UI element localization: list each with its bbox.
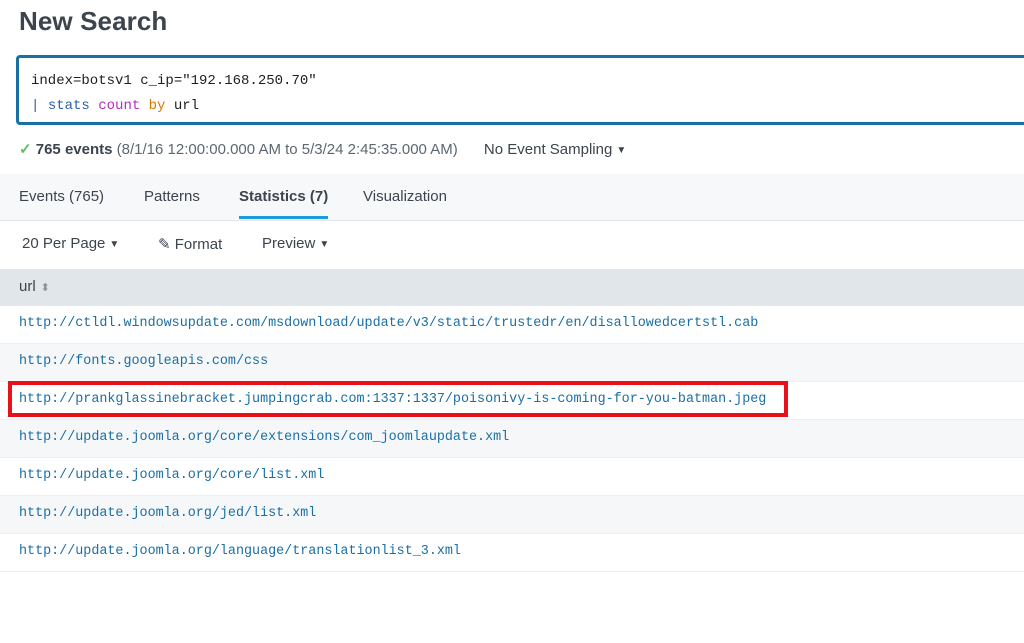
- check-icon: ✓: [19, 141, 32, 158]
- results-toolbar: 20 Per Page ▼ ✎ Format Preview ▼: [0, 221, 1024, 269]
- url-link[interactable]: http://update.joomla.org/core/list.xml: [19, 468, 324, 483]
- per-page-dropdown[interactable]: 20 Per Page ▼: [22, 235, 119, 252]
- search-status: ✓ 765 events (8/1/16 12:00:00.000 AM to …: [19, 140, 626, 158]
- page-title: New Search: [19, 6, 168, 36]
- table-row: http://fonts.googleapis.com/css: [0, 344, 1024, 382]
- url-link[interactable]: http://ctldl.windowsupdate.com/msdownloa…: [19, 316, 758, 331]
- pencil-icon: ✎: [158, 236, 171, 253]
- table-row: http://update.joomla.org/core/extensions…: [0, 420, 1024, 458]
- event-count: 765 events: [35, 141, 113, 158]
- format-button[interactable]: ✎ Format: [158, 235, 222, 253]
- url-link[interactable]: http://update.joomla.org/language/transl…: [19, 544, 461, 559]
- url-link[interactable]: http://prankglassinebracket.jumpingcrab.…: [19, 392, 766, 407]
- search-input[interactable]: index=botsv1 c_ip="192.168.250.70" | sta…: [16, 55, 1024, 125]
- table-row: http://update.joomla.org/core/list.xml: [0, 458, 1024, 496]
- tab-patterns[interactable]: Patterns: [144, 188, 200, 205]
- time-range: (8/1/16 12:00:00.000 AM to 5/3/24 2:45:3…: [116, 141, 458, 158]
- event-sampling-dropdown[interactable]: No Event Sampling ▼: [484, 141, 626, 158]
- table-row: http://update.joomla.org/language/transl…: [0, 534, 1024, 572]
- by-keyword: by: [148, 98, 166, 114]
- table-row: http://prankglassinebracket.jumpingcrab.…: [0, 382, 1024, 420]
- tab-visualization[interactable]: Visualization: [363, 188, 447, 205]
- tab-statistics[interactable]: Statistics (7): [239, 188, 329, 219]
- table-row: http://update.joomla.org/jed/list.xml: [0, 496, 1024, 534]
- count-function: count: [98, 98, 141, 114]
- results-tabs: Events (765) Patterns Statistics (7) Vis…: [0, 174, 1024, 221]
- caret-down-icon: ▼: [109, 239, 120, 250]
- url-link[interactable]: http://fonts.googleapis.com/css: [19, 354, 268, 369]
- stats-command: stats: [47, 98, 90, 114]
- table-row: http://ctldl.windowsupdate.com/msdownloa…: [0, 306, 1024, 344]
- tab-events[interactable]: Events (765): [19, 188, 104, 205]
- per-page-label: 20 Per Page: [22, 235, 106, 252]
- url-link[interactable]: http://update.joomla.org/jed/list.xml: [19, 506, 316, 521]
- results-table: url ⬍ http://ctldl.windowsupdate.com/msdo…: [0, 269, 1024, 572]
- format-label: Format: [174, 236, 223, 253]
- caret-down-icon: ▼: [319, 239, 330, 250]
- preview-label: Preview: [262, 235, 316, 252]
- event-sampling-label: No Event Sampling: [483, 141, 613, 158]
- search-query-line-2: | stats count by url: [31, 94, 1024, 119]
- sort-icon: ⬍: [40, 282, 50, 294]
- search-query-line-1: index=botsv1 c_ip="192.168.250.70": [31, 73, 317, 89]
- table-header: url ⬍: [0, 269, 1024, 306]
- by-field: url: [173, 98, 200, 114]
- preview-dropdown[interactable]: Preview ▼: [262, 235, 329, 252]
- pipe-symbol: |: [31, 98, 40, 114]
- url-link[interactable]: http://update.joomla.org/core/extensions…: [19, 430, 509, 445]
- column-header-url[interactable]: url ⬍: [19, 278, 50, 295]
- caret-down-icon: ▼: [616, 145, 627, 156]
